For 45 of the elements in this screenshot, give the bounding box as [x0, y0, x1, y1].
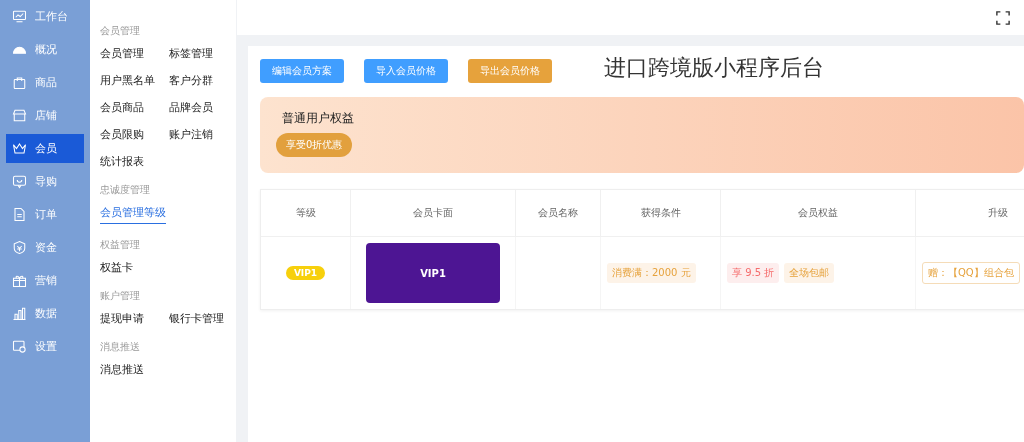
column-header: 获得条件 [601, 190, 721, 236]
benefit-tag: 全场包邮 [784, 263, 835, 283]
submenu-item[interactable]: 会员限购 [100, 127, 144, 142]
benefit-tag: 享 9.5 折 [727, 263, 780, 283]
submenu-item[interactable]: 账户注销 [169, 127, 213, 142]
submenu-item[interactable]: 统计报表 [100, 154, 144, 169]
member-card: VIP1 [366, 243, 500, 303]
submenu-item[interactable]: 会员管理 [100, 46, 144, 61]
submenu-item[interactable]: 权益卡 [100, 260, 133, 275]
gift-icon [12, 273, 27, 288]
submenu-item[interactable]: 会员管理等级 [100, 205, 166, 224]
column-header: 升级 [916, 190, 1024, 236]
menu-group-title: 权益管理 [100, 238, 141, 252]
page-title: 进口跨境版小程序后台 [604, 54, 824, 82]
monitor-icon [12, 9, 27, 24]
chart-icon [12, 306, 27, 321]
column-header: 会员权益 [721, 190, 916, 236]
submenu-item[interactable]: 品牌会员 [169, 100, 213, 115]
column-header: 会员名称 [516, 190, 601, 236]
banner-title: 普通用户权益 [282, 110, 355, 127]
submenu-item[interactable]: 标签管理 [169, 46, 213, 61]
level-badge: VIP1 [285, 266, 326, 280]
submenu-item[interactable]: 消息推送 [100, 362, 144, 377]
menu-group-title: 账户管理 [100, 289, 141, 303]
crown-icon [12, 141, 27, 156]
column-header: 会员卡面 [351, 190, 516, 236]
shield-icon [12, 240, 27, 255]
menu-group-title: 消息推送 [100, 340, 141, 354]
upgrade-tag: 赠：【QQ】组合包 [922, 262, 1020, 284]
submenu-item[interactable]: 提现申请 [100, 311, 144, 326]
fullscreen-icon[interactable] [996, 10, 1010, 25]
submenu-item[interactable]: 银行卡管理 [169, 311, 224, 326]
menu-group-title: 会员管理 [100, 24, 141, 38]
nav-item[interactable]: 会员 [6, 134, 84, 163]
discount-badge: 享受0折优惠 [276, 133, 353, 157]
condition-tag: 消费满：2000 元 [607, 263, 696, 283]
submenu-item[interactable]: 会员商品 [100, 100, 144, 115]
store-icon [12, 108, 27, 123]
bag-icon [12, 75, 27, 90]
column-header: 等级 [261, 190, 351, 236]
submenu-item[interactable]: 用户黑名单 [100, 73, 155, 88]
doc-icon [12, 207, 27, 222]
menu-group-title: 忠诚度管理 [100, 183, 151, 197]
chat-icon [12, 174, 27, 189]
submenu-item[interactable]: 客户分群 [169, 73, 213, 88]
